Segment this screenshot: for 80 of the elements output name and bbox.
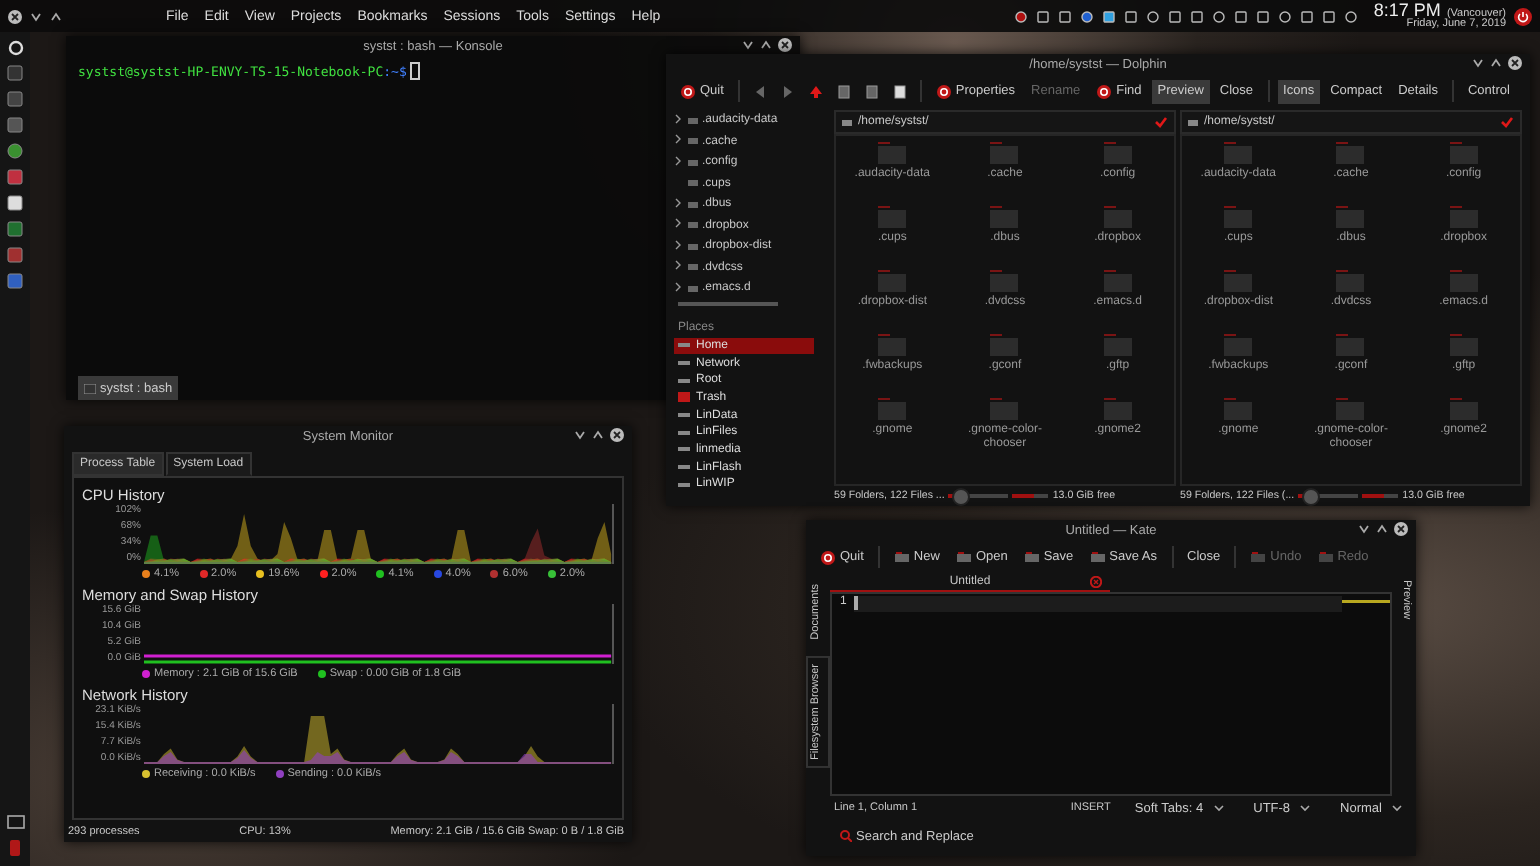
folder-icon [1224, 270, 1253, 292]
folder-icon [688, 117, 698, 124]
caret-icon [1392, 804, 1402, 812]
folder-icon [1449, 270, 1478, 292]
text-cursor [410, 62, 421, 80]
terminal-icon[interactable] [6, 64, 24, 82]
folder-icon [1224, 142, 1253, 164]
maximize-icon[interactable] [1376, 524, 1388, 534]
folder-icon [688, 243, 698, 250]
terminal-icon [84, 383, 96, 393]
folder-icon [1449, 142, 1478, 164]
folder-icon [1103, 334, 1132, 356]
folder-icon [688, 222, 698, 229]
folder-icon [878, 270, 907, 292]
folder-icon [1103, 398, 1132, 420]
checkmark-icon[interactable] [1500, 116, 1514, 128]
minimap-marker [1342, 600, 1390, 606]
text-cursor [854, 596, 859, 610]
folder-icon [878, 206, 907, 228]
folder-icon [1336, 270, 1365, 292]
up-arrow-icon[interactable] [807, 83, 824, 99]
close-icon[interactable] [1394, 522, 1408, 536]
caret-icon [1213, 804, 1224, 812]
folder-icon [1336, 142, 1365, 164]
folder-icon [1449, 398, 1478, 420]
clock-time: 8:17 PM [1373, 1, 1441, 19]
minimize-icon[interactable] [574, 430, 586, 440]
folder-icon [1224, 398, 1253, 420]
drive-icon[interactable] [6, 90, 24, 108]
close-icon[interactable] [778, 38, 792, 52]
folder-icon [1336, 334, 1365, 356]
folder-icon [1224, 334, 1253, 356]
folder-icon [1449, 206, 1478, 228]
folder-icon [688, 201, 698, 208]
trash-icon[interactable] [8, 838, 22, 858]
folder-icon [688, 159, 698, 166]
folder-icon [878, 334, 907, 356]
close-icon[interactable] [8, 9, 22, 23]
folder-icon [878, 142, 907, 164]
minimize-icon[interactable] [1472, 58, 1484, 68]
quit-icon [680, 83, 696, 99]
trash-icon [678, 392, 690, 403]
folder-icon [1103, 142, 1132, 164]
launcher-icon[interactable] [7, 40, 23, 56]
maximize-icon[interactable] [50, 11, 62, 21]
folder-icon [688, 180, 698, 187]
folder-icon [955, 551, 972, 563]
maximize-icon[interactable] [1490, 58, 1502, 68]
folder-icon [1336, 398, 1365, 420]
minimize-icon[interactable] [30, 11, 42, 21]
paste-icon[interactable] [891, 83, 908, 99]
folder-icon [990, 270, 1019, 292]
minimize-icon[interactable] [742, 40, 754, 50]
forward-icon[interactable] [779, 83, 796, 99]
folder-icon [1103, 270, 1132, 292]
maximize-icon[interactable] [760, 40, 772, 50]
folder-icon [990, 206, 1019, 228]
back-icon[interactable] [751, 83, 768, 99]
close-icon[interactable] [1508, 56, 1522, 70]
caret-icon [1300, 804, 1311, 812]
logout-icon[interactable] [1514, 7, 1532, 25]
desktop-icon[interactable] [5, 814, 25, 830]
folder-icon [688, 138, 698, 145]
folder-icon [990, 398, 1019, 420]
close-icon[interactable] [610, 428, 624, 442]
folder-icon [1224, 206, 1253, 228]
folder-icon [990, 142, 1019, 164]
minimize-icon[interactable] [1358, 524, 1370, 534]
folder-icon [878, 398, 907, 420]
quit-icon [820, 549, 836, 565]
folder-icon [990, 334, 1019, 356]
drive-icon [842, 119, 852, 125]
folder-icon [1103, 206, 1132, 228]
maximize-icon[interactable] [592, 430, 604, 440]
checkmark-icon[interactable] [1154, 116, 1168, 128]
folder-icon [688, 264, 698, 271]
folder-icon [688, 285, 698, 292]
folder-icon [1336, 206, 1365, 228]
drive-icon [1188, 119, 1198, 125]
folder-icon [1449, 334, 1478, 356]
